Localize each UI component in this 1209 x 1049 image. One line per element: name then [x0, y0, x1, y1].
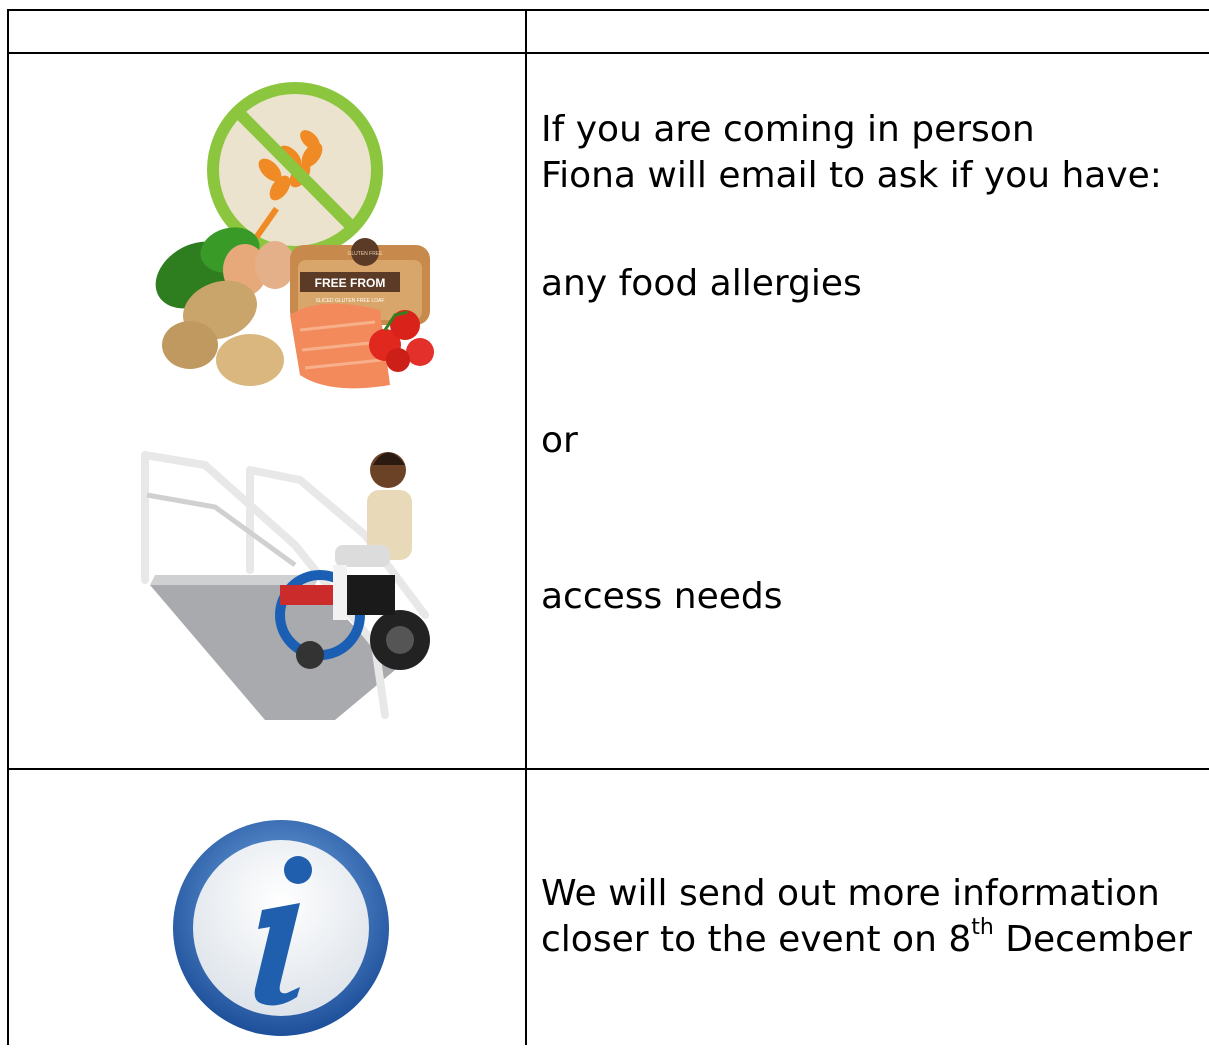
- coming-in-person-text: If you are coming in person: [541, 109, 1035, 150]
- more-information-text: We will send out more information: [541, 873, 1160, 914]
- food-allergies-text: any food allergies: [541, 263, 862, 304]
- gluten-free-tag: GLUTEN FREE: [347, 251, 383, 257]
- info-icon: [172, 815, 390, 1045]
- gluten-free-food-picture: FREE FROM SLICED GLUTEN FREE LOAF GLUTEN…: [150, 60, 450, 395]
- loaf-label: SLICED GLUTEN FREE LOAF: [316, 298, 385, 304]
- event-date-main: closer to the event on 8: [541, 919, 972, 960]
- free-from-label: FREE FROM: [315, 276, 386, 290]
- wheelchair-ramp-picture: [135, 435, 455, 735]
- access-needs-text: access needs: [541, 576, 783, 617]
- table-border-row2: [7, 768, 1209, 770]
- email-ask-text: Fiona will email to ask if you have:: [541, 155, 1162, 196]
- date-ordinal-suffix: th: [971, 915, 994, 940]
- event-date-text: closer to the event on 8th December: [541, 917, 1192, 963]
- table-border-top: [7, 9, 1209, 11]
- table-border-left: [7, 9, 9, 1045]
- event-month: December: [993, 919, 1192, 960]
- table-border-row1: [7, 52, 1209, 54]
- table-column-divider: [525, 9, 527, 1045]
- or-text: or: [541, 420, 578, 461]
